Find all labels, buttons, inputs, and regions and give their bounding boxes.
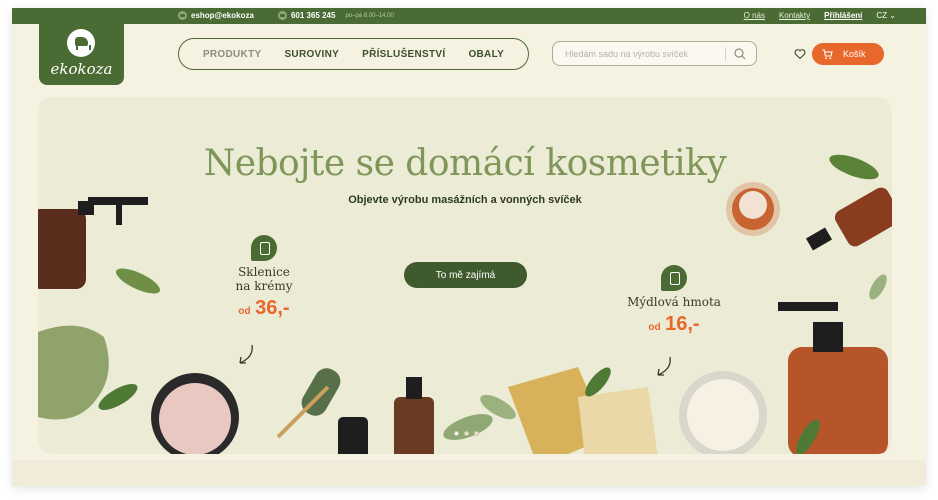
cart-label: Košík [843,49,866,59]
search-divider [725,47,726,61]
search-icon[interactable] [733,47,747,61]
email-icon [178,11,187,20]
login-link[interactable]: Přihlášení [824,11,862,20]
price-prefix: od [238,306,251,317]
carousel-dot[interactable] [464,431,469,436]
hero-subtitle: Objevte výrobu masážních a vonných svíče… [348,194,582,206]
phone-link[interactable]: 601 365 245 [291,11,336,20]
opening-hours: po–pá 8.00–14.00 [345,12,394,19]
carousel-dot[interactable] [454,431,459,436]
promo-soap-price: od 16,- [624,313,724,336]
nav-item-prislusenstvi[interactable]: PŘÍSLUŠENSTVÍ [362,49,445,60]
contact-info: eshop@ekokoza 601 365 245 po–pá 8.00–14.… [178,11,394,20]
page-bottom [12,460,926,486]
top-bar: eshop@ekokoza 601 365 245 po–pá 8.00–14.… [12,8,926,24]
price-value: 16,- [665,313,700,335]
hero-cta-button[interactable]: To mě zajímá [404,262,527,288]
promo-jars-line2: na krémy [235,279,293,293]
email-link[interactable]: eshop@ekokoza [191,11,254,20]
cart-icon [822,48,833,59]
jar-badge-icon [251,235,277,261]
soap-badge-icon [661,265,687,291]
nav-item-produkty[interactable]: PRODUKTY [203,49,262,60]
promo-soap-line1: Mýdlová hmota [627,295,721,309]
language-label: CZ [876,11,888,20]
chevron-down-icon: ⌄ [889,11,896,20]
logo-wordmark: ekokoza [50,60,113,78]
arrow-icon [657,356,671,376]
search-input[interactable] [565,47,723,61]
heart-icon[interactable] [794,48,806,60]
promo-soap[interactable]: Mýdlová hmota od 16,- [624,265,724,336]
price-prefix: od [648,322,661,333]
browser-frame: eshop@ekokoza 601 365 245 po–pá 8.00–14.… [12,8,926,486]
top-links: O nás Kontakty Přihlášení CZ ⌄ [744,11,896,20]
main-nav: PRODUKTY SUROVINY PŘÍSLUŠENSTVÍ OBALY [178,38,529,70]
carousel-dot[interactable] [474,431,479,436]
carousel-dots [454,431,479,436]
nav-item-obaly[interactable]: OBALY [468,49,504,60]
promo-jars-price: od 36,- [224,297,304,320]
arrow-icon [239,344,253,364]
contacts-link[interactable]: Kontakty [779,11,810,20]
price-value: 36,- [255,297,290,319]
hero-banner: Nebojte se domácí kosmetiky Objevte výro… [38,97,892,454]
hero-title: Nebojte se domácí kosmetiky [203,143,727,184]
promo-jars-line1: Sklenice [238,265,290,279]
search-box [552,41,757,66]
phone-icon [277,11,287,20]
language-selector[interactable]: CZ ⌄ [876,11,896,20]
site-logo[interactable]: ekokoza [39,24,124,85]
cart-button[interactable]: Košík [812,43,884,65]
promo-jars[interactable]: Sklenice na krémy od 36,- [224,235,304,320]
goat-logo-icon [67,29,95,57]
about-link[interactable]: O nás [744,11,765,20]
nav-item-suroviny[interactable]: SUROVINY [284,49,339,60]
